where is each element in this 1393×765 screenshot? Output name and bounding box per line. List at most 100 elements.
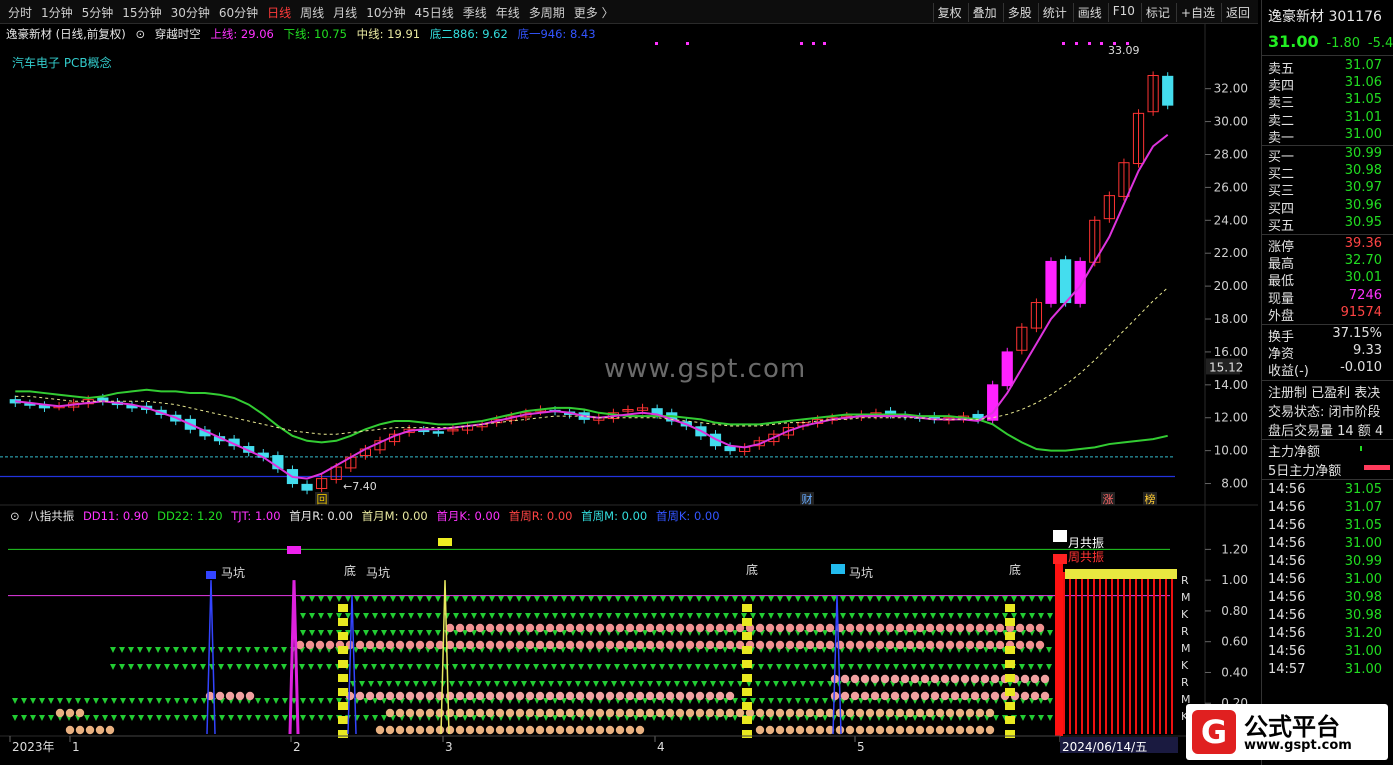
down-arrow-icon: [102, 715, 108, 721]
down-arrow-icon: [470, 664, 476, 670]
down-arrow-icon: [1020, 715, 1026, 721]
timeframe-tab[interactable]: 45日线: [414, 4, 453, 21]
down-arrow-icon: [404, 681, 410, 687]
down-arrow-icon: [947, 664, 953, 670]
down-arrow-icon: [794, 664, 800, 670]
signal-circle: [880, 691, 890, 701]
timeframe-tab[interactable]: 5分钟: [82, 4, 114, 21]
ask-row: 卖四 31.06: [1268, 75, 1392, 94]
timeframe-tab[interactable]: 月线: [333, 4, 357, 21]
down-arrow-icon: [191, 664, 197, 670]
signal-circle: [805, 623, 815, 633]
pit-marker: [206, 571, 216, 579]
row-label: M: [1181, 642, 1191, 655]
signal-circle: [825, 623, 835, 633]
tool-button[interactable]: 复权: [932, 3, 966, 22]
signal-circle: [75, 708, 85, 718]
tool-button[interactable]: 多股: [1002, 3, 1036, 22]
down-arrow-icon: [237, 715, 243, 721]
flow-row[interactable]: 主力净额: [1268, 441, 1392, 460]
down-arrow-icon: [692, 681, 698, 687]
sector-tags[interactable]: 汽车电子 PCB概念: [12, 54, 112, 71]
signal-circle: [595, 691, 605, 701]
down-arrow-icon: [557, 681, 563, 687]
tool-button[interactable]: 统计: [1037, 3, 1071, 22]
down-arrow-icon: [75, 698, 81, 704]
timeframe-tab[interactable]: 多周期: [529, 4, 565, 21]
signal-circle: [855, 640, 865, 650]
last-price: 31.00: [1268, 32, 1319, 51]
signal-circle: [405, 691, 415, 701]
down-arrow-icon: [110, 647, 116, 653]
signal-circle: [405, 725, 415, 735]
signal-circle: [900, 674, 910, 684]
bottom-signal-bar: [1005, 632, 1015, 640]
signal-circle: [575, 725, 585, 735]
signal-circle: [605, 640, 615, 650]
down-arrow-icon: [903, 596, 909, 602]
signal-circle: [635, 708, 645, 718]
timeframe-tab[interactable]: 60分钟: [219, 4, 258, 21]
tool-button[interactable]: +自选: [1175, 3, 1219, 22]
sub-tick-label: 1.20: [1221, 542, 1248, 556]
down-arrow-icon: [678, 613, 684, 619]
timeframe-tab[interactable]: 周线: [300, 4, 324, 21]
down-arrow-icon: [1046, 664, 1052, 670]
down-arrow-icon: [12, 715, 18, 721]
flow-row[interactable]: 5日主力净额: [1268, 460, 1392, 479]
down-arrow-icon: [719, 681, 725, 687]
timeframe-tab[interactable]: 30分钟: [171, 4, 210, 21]
timeframe-tab[interactable]: 10分钟: [366, 4, 405, 21]
down-arrow-icon: [318, 596, 324, 602]
down-arrow-icon: [452, 664, 458, 670]
down-arrow-icon: [551, 664, 557, 670]
indicator-name[interactable]: 穿越时空: [155, 27, 201, 41]
tool-button[interactable]: 画线: [1072, 3, 1106, 22]
tool-button[interactable]: 标记: [1140, 3, 1174, 22]
bottom-signal-bar: [742, 688, 752, 696]
tool-button[interactable]: F10: [1107, 3, 1139, 22]
down-arrow-icon: [713, 664, 719, 670]
timeframe-tab[interactable]: 更多 〉: [574, 4, 614, 21]
collapse-icon[interactable]: ⊙: [135, 27, 145, 41]
tool-button[interactable]: 返回: [1220, 3, 1254, 22]
timeframe-tab[interactable]: 年线: [496, 4, 520, 21]
kline-chart-svg[interactable]: 8.00 10.00 12.00 14.00 16.00 18.00 20.00 22.00 2…: [0, 24, 1258, 765]
signal-circle: [535, 708, 545, 718]
sub-indicator-name[interactable]: 八指共振: [28, 509, 74, 523]
timeframe-tab[interactable]: 日线: [267, 4, 291, 21]
ask-row-label: 卖五: [1268, 62, 1295, 77]
timeframe-tab[interactable]: 季线: [463, 4, 487, 21]
signal-circle: [525, 691, 535, 701]
tool-button[interactable]: 叠加: [967, 3, 1001, 22]
signal-circle: [965, 640, 975, 650]
down-arrow-icon: [710, 681, 716, 687]
down-arrow-icon: [443, 664, 449, 670]
signal-circle: [645, 623, 655, 633]
down-arrow-icon: [912, 613, 918, 619]
candle-body: [1059, 259, 1072, 304]
down-arrow-icon: [957, 596, 963, 602]
chart-panel[interactable]: 8.00 10.00 12.00 14.00 16.00 18.00 20.00 22.00 2…: [0, 24, 1258, 765]
collapse-icon[interactable]: ⊙: [10, 509, 20, 523]
signal-circle: [815, 623, 825, 633]
timeframe-tab[interactable]: 1分钟: [41, 4, 73, 21]
down-arrow-icon: [218, 647, 224, 653]
signal-circle: [505, 640, 515, 650]
down-arrow-icon: [1038, 715, 1044, 721]
down-arrow-icon: [164, 647, 170, 653]
down-arrow-icon: [462, 596, 468, 602]
down-arrow-icon: [893, 664, 899, 670]
signal-circle: [895, 708, 905, 718]
signal-circle: [815, 708, 825, 718]
timeframe-tab[interactable]: 15分钟: [122, 4, 161, 21]
signal-circle: [935, 623, 945, 633]
signal-circle: [645, 640, 655, 650]
down-arrow-icon: [614, 664, 620, 670]
down-arrow-icon: [650, 664, 656, 670]
down-arrow-icon: [488, 664, 494, 670]
bid-row-label: 买四: [1268, 201, 1295, 217]
timeframe-tab[interactable]: 分时: [8, 4, 32, 21]
down-arrow-icon: [966, 596, 972, 602]
signal-circle: [515, 691, 525, 701]
